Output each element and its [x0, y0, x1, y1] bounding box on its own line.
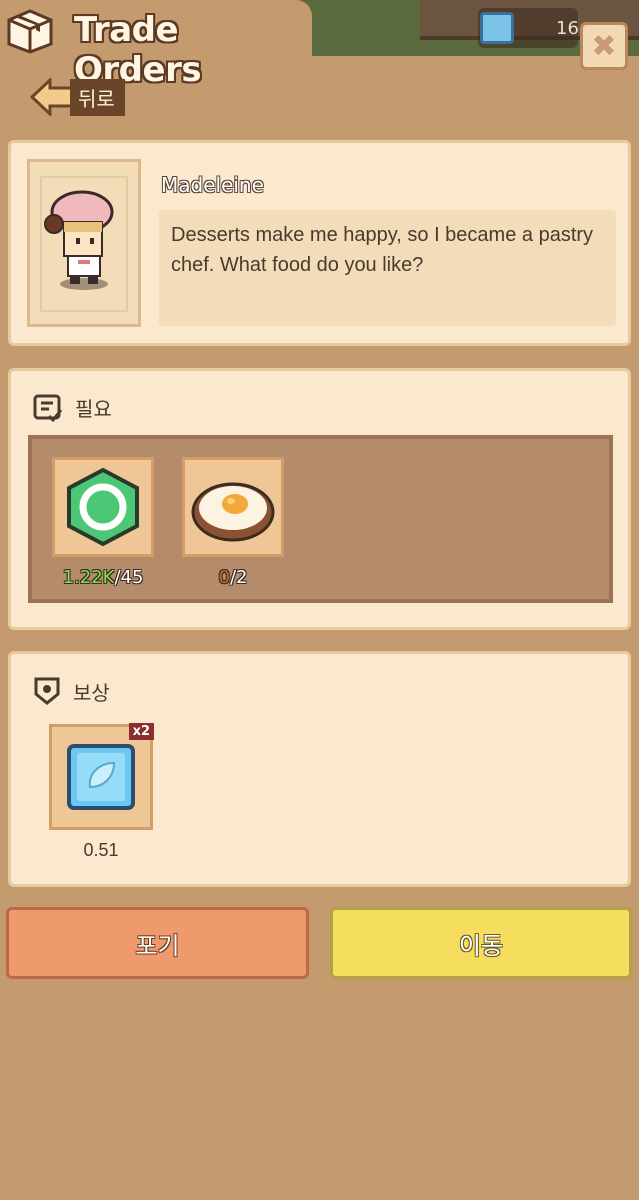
- requirement-have-2: 0: [218, 567, 230, 588]
- box-icon: [7, 9, 53, 54]
- close-icon: ✖: [591, 28, 617, 64]
- requirement-item-1[interactable]: [52, 457, 154, 557]
- chef-avatar: [44, 190, 114, 290]
- close-button[interactable]: ✖: [580, 22, 628, 70]
- reward-panel: 보상 x2 0.51: [8, 651, 631, 887]
- reward-multiplier-badge: x2: [128, 723, 154, 740]
- reward-value: 0.51: [83, 840, 119, 860]
- gem-icon: [480, 12, 514, 44]
- checklist-icon: [33, 394, 63, 422]
- requirements-header: 필요: [33, 393, 112, 422]
- npc-panel: Madeleine Desserts make me happy, so I b…: [8, 140, 631, 346]
- npc-dialogue-text: Desserts make me happy, so I became a pa…: [171, 224, 594, 276]
- fried-egg-icon: [191, 482, 275, 542]
- requirement-need-1: /45: [114, 567, 144, 588]
- move-button[interactable]: 이동: [330, 907, 632, 979]
- title-tab: Trade Orders: [0, 0, 312, 90]
- npc-name: Madeleine: [161, 173, 264, 197]
- requirement-count-2: 0/2: [173, 567, 293, 588]
- npc-portrait: [27, 159, 141, 327]
- reward-header: 보상: [33, 676, 110, 706]
- back-button[interactable]: 뒤로: [30, 78, 125, 116]
- requirement-have-1: 1.22K: [62, 567, 115, 588]
- requirement-count-1: 1.22K/45: [43, 567, 163, 588]
- requirements-tray: 1.22K/45 0/2: [28, 435, 613, 603]
- reward-label: 보상: [73, 680, 110, 705]
- currency-counter: 16: [478, 8, 579, 48]
- blue-gem-icon: [67, 744, 135, 810]
- requirements-panel: 필요 1.22K/45 0/2: [8, 368, 631, 630]
- requirement-need-2: /2: [229, 567, 248, 588]
- back-arrow-icon: [30, 78, 74, 116]
- requirement-item-2[interactable]: [182, 457, 284, 557]
- npc-dialogue-box: Desserts make me happy, so I became a pa…: [159, 210, 616, 326]
- give-up-button[interactable]: 포기: [6, 907, 309, 979]
- currency-count: 16: [556, 18, 579, 39]
- requirements-label: 필요: [75, 397, 112, 421]
- reward-item-1[interactable]: x2: [49, 723, 154, 830]
- back-label: 뒤로: [70, 78, 125, 116]
- reward-shield-icon: [34, 677, 60, 705]
- green-token-icon: [67, 467, 139, 547]
